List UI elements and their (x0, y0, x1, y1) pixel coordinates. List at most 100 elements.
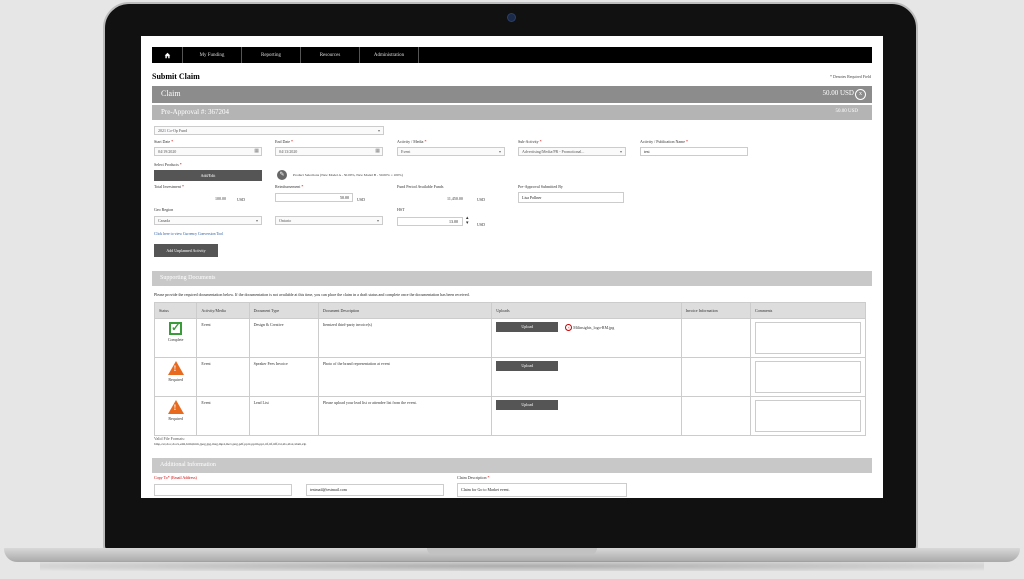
activity-cell: Event (196, 357, 250, 397)
comment-textarea[interactable] (755, 400, 861, 432)
start-date-input[interactable]: 04/19/2020 ▦ (154, 147, 262, 156)
comment-textarea[interactable] (755, 361, 861, 393)
invoice-cell (680, 318, 752, 358)
chevron-down-icon: ▾ (376, 218, 379, 223)
hst-label: HST (397, 207, 405, 212)
valid-formats-label: Valid File Formats: (154, 436, 185, 441)
stepper-down-icon[interactable]: ▾ (466, 220, 469, 226)
comments-cell (750, 357, 866, 397)
copy-to-input[interactable]: testmail@testmail.com (306, 484, 444, 496)
additional-info-header: Additional Information (152, 458, 872, 473)
table-row: ! Required Event Lead List Please upload… (153, 396, 866, 436)
sub-activity-select[interactable]: Advertising/Media/PR - Promotional... ▾ (518, 147, 626, 156)
chevron-down-icon: ▾ (255, 218, 258, 223)
screen: My Funding Reporting Resources Administr… (141, 36, 883, 498)
fund-period-unit: USD (477, 197, 486, 202)
calendar-icon[interactable]: ▦ (375, 148, 380, 155)
hst-unit: USD (477, 222, 486, 227)
warning-icon: ! (167, 400, 184, 414)
reimbursement-label: Reimbursement * (275, 184, 304, 189)
claim-label: Claim (161, 89, 181, 98)
province-value: Ontario (279, 218, 292, 223)
supporting-documents-header: Supporting Documents (152, 271, 872, 286)
total-investment-value: 100.00 (215, 196, 226, 201)
status-text: Required (168, 377, 183, 382)
claim-description-input[interactable]: Claim for Go to Market event. (457, 483, 627, 497)
nav-reporting[interactable]: Reporting (242, 47, 301, 63)
province-select[interactable]: Ontario ▾ (275, 216, 383, 225)
start-date-label: Start Date * (154, 139, 174, 144)
product-selection-note: Product Selections (New Model A - 50.00%… (293, 173, 403, 177)
activity-cell: Event (196, 318, 250, 358)
uploads-cell: Upload (491, 396, 682, 436)
select-products-label: Select Products * (154, 162, 182, 167)
country-select[interactable]: Canada ▾ (154, 216, 262, 225)
upload-button[interactable]: Upload (496, 322, 559, 332)
doc-type-cell: Design & Creative (248, 318, 319, 358)
pencil-icon[interactable]: ✎ (277, 170, 287, 180)
checkmark-icon: ✓ (169, 322, 183, 335)
preapproval-bar: Pre-Approval #: 367204 50.00 USD (152, 105, 872, 120)
activity-label: Activity / Media * (397, 139, 427, 144)
pub-name-label: Activity / Publication Name * (640, 139, 688, 144)
description-cell: Photo of the brand representation at eve… (317, 357, 493, 397)
col-status: Status (153, 302, 198, 319)
camera-icon (508, 14, 515, 21)
laptop-shadow (40, 561, 984, 571)
invoice-cell (680, 357, 752, 397)
comments-cell (750, 318, 866, 358)
reimbursement-unit: USD (357, 197, 366, 202)
end-date-label: End Date * (275, 139, 293, 144)
reimbursement-input[interactable]: 50.00 (275, 193, 353, 202)
warning-icon: ! (167, 361, 184, 375)
claim-bar: Claim 50.00 USD x (152, 86, 872, 103)
status-cell: ✓ Complete (153, 318, 198, 358)
home-icon[interactable] (152, 47, 183, 63)
uploaded-file-name[interactable]: Milinsights_logo-RM.jpg (573, 325, 614, 330)
table-row: ✓ Complete Event Design & Creative Itemi… (153, 318, 866, 358)
fund-period-value: 11,450.00 (447, 196, 463, 201)
col-invoice: Invoice Information (680, 302, 752, 319)
total-investment-unit: USD (237, 197, 246, 202)
add-unplanned-activity-button[interactable]: Add Unplanned Activity (154, 244, 218, 257)
description-cell: Please upload your lead list or attendee… (317, 396, 493, 436)
status-text: Required (168, 416, 183, 421)
uploads-cell: Upload × Milinsights_logo-RM.jpg (491, 318, 682, 358)
copy-to-input-primary[interactable] (154, 484, 292, 496)
fund-select[interactable]: 2021 Co-Op Fund ▾ (154, 126, 384, 135)
col-description: Document Description (317, 302, 493, 319)
close-icon[interactable]: x (855, 89, 866, 100)
activity-value: Event (401, 149, 411, 154)
currency-conversion-link[interactable]: Click here to view Currency Conversion T… (154, 232, 223, 236)
nav-resources[interactable]: Resources (301, 47, 360, 63)
activity-select[interactable]: Event ▾ (397, 147, 505, 156)
nav-my-funding[interactable]: My Funding (183, 47, 242, 63)
add-edit-button[interactable]: Add/Edit (154, 170, 262, 181)
doc-type-cell: Speaker Fees Invoice (248, 357, 319, 397)
status-text: Complete (167, 337, 184, 342)
preapproval-amount: 50.00 USD (835, 109, 858, 114)
pub-name-input[interactable]: test (640, 147, 748, 156)
status-cell: ! Required (153, 357, 198, 397)
claim-description-label: Claim Description * (457, 475, 490, 480)
nav-administration[interactable]: Administration (360, 47, 419, 63)
end-date-input[interactable]: 04/13/2020 ▦ (275, 147, 383, 156)
comment-textarea[interactable] (755, 322, 861, 354)
country-value: Canada (158, 218, 170, 223)
delete-icon[interactable]: × (565, 324, 573, 331)
supporting-instructions: Please provide the required documentatio… (154, 292, 470, 297)
upload-button[interactable]: Upload (496, 361, 559, 371)
table-row: ! Required Event Speaker Fees Invoice Ph… (153, 357, 866, 397)
sub-activity-label: Sub-Activity * (518, 139, 542, 144)
fund-period-label: Fund Period Available Funds (397, 184, 444, 189)
calendar-icon[interactable]: ▦ (254, 148, 259, 155)
hst-input[interactable]: 13.00 (397, 217, 463, 226)
description-cell: Itemized third-party invoice(s) (317, 318, 493, 358)
upload-button[interactable]: Upload (496, 400, 559, 410)
doc-type-cell: Lead List (248, 396, 319, 436)
col-activity: Activity/Media (196, 302, 250, 319)
table-header-row: Status Activity/Media Document Type Docu… (153, 302, 866, 319)
geo-region-label: Geo Region (154, 207, 174, 212)
invoice-cell (680, 396, 752, 436)
uploaded-file: × Milinsights_logo-RM.jpg (565, 324, 614, 331)
